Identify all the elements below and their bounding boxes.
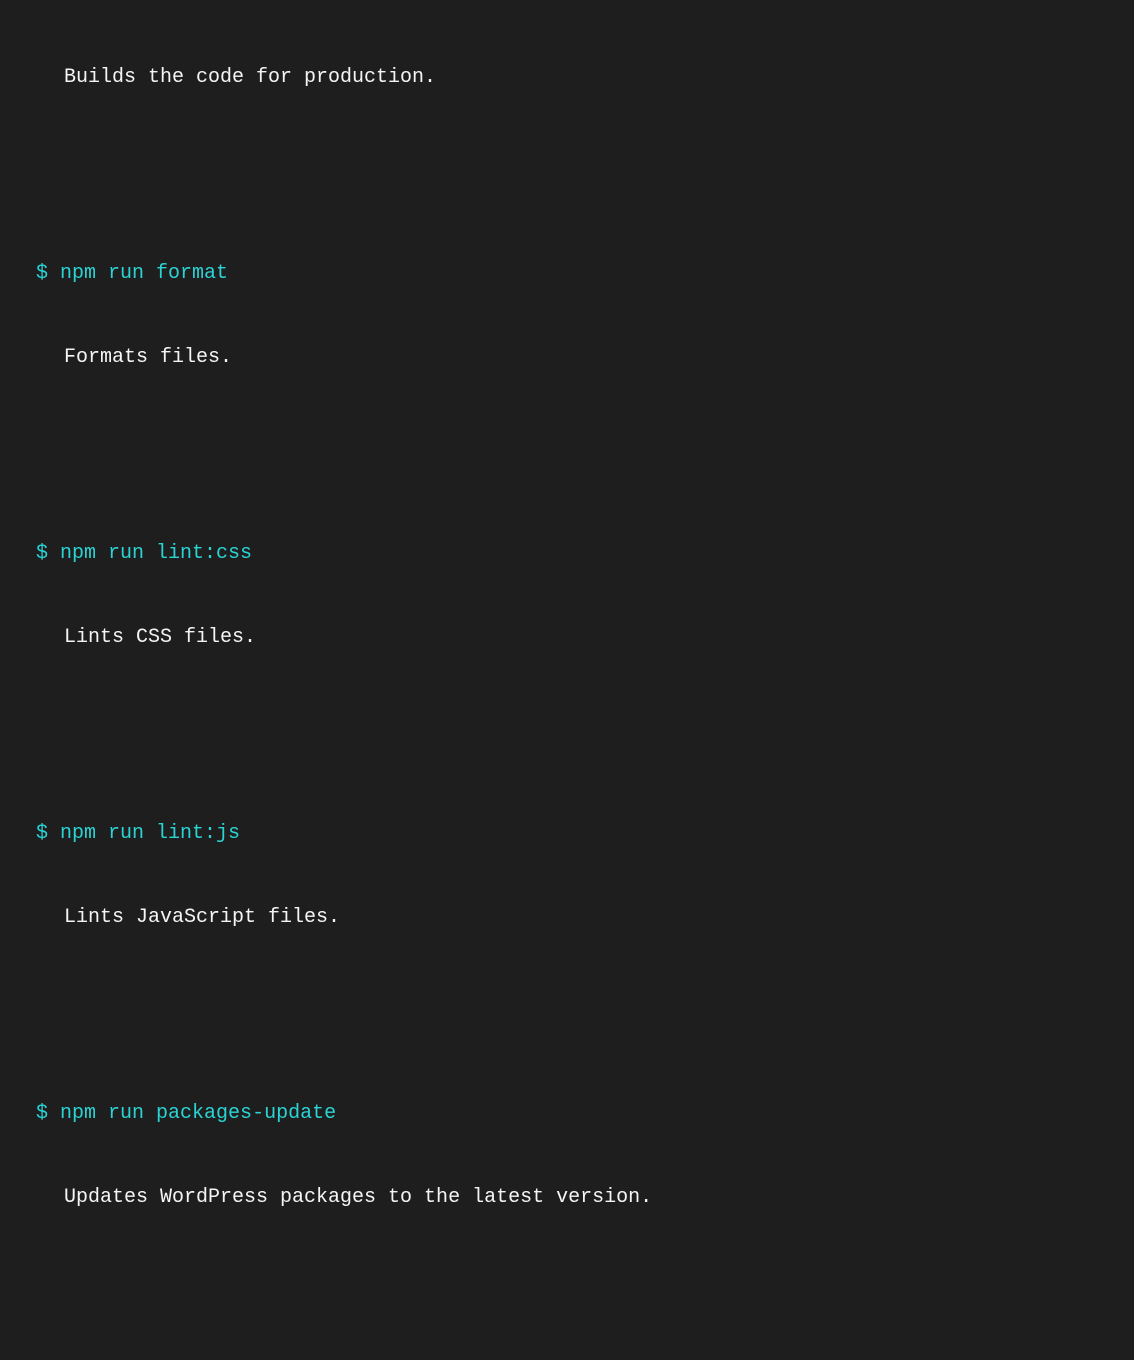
lint-js-command: npm run lint:js bbox=[60, 822, 240, 845]
lint-js-description: Lints JavaScript files. bbox=[8, 904, 1126, 932]
prompt-symbol: $ bbox=[36, 822, 48, 845]
blank-line bbox=[8, 428, 1126, 456]
blank-line bbox=[8, 988, 1126, 1016]
lint-css-command-line: $ npm run lint:css bbox=[8, 540, 1126, 568]
prompt-symbol: $ bbox=[36, 1102, 48, 1125]
packages-update-command: npm run packages-update bbox=[60, 1102, 336, 1125]
build-description: Builds the code for production. bbox=[8, 64, 1126, 92]
blank-line bbox=[8, 708, 1126, 736]
blank-line bbox=[8, 148, 1126, 176]
blank-line bbox=[8, 1268, 1126, 1296]
format-command-line: $ npm run format bbox=[8, 260, 1126, 288]
prompt-symbol: $ bbox=[36, 542, 48, 565]
packages-update-command-line: $ npm run packages-update bbox=[8, 1100, 1126, 1128]
lint-css-command: npm run lint:css bbox=[60, 542, 252, 565]
packages-update-description: Updates WordPress packages to the latest… bbox=[8, 1184, 1126, 1212]
terminal-output: Builds the code for production. $ npm ru… bbox=[8, 8, 1126, 1360]
lint-css-description: Lints CSS files. bbox=[8, 624, 1126, 652]
format-command: npm run format bbox=[60, 262, 228, 285]
prompt-symbol: $ bbox=[36, 262, 48, 285]
lint-js-command-line: $ npm run lint:js bbox=[8, 820, 1126, 848]
format-description: Formats files. bbox=[8, 344, 1126, 372]
